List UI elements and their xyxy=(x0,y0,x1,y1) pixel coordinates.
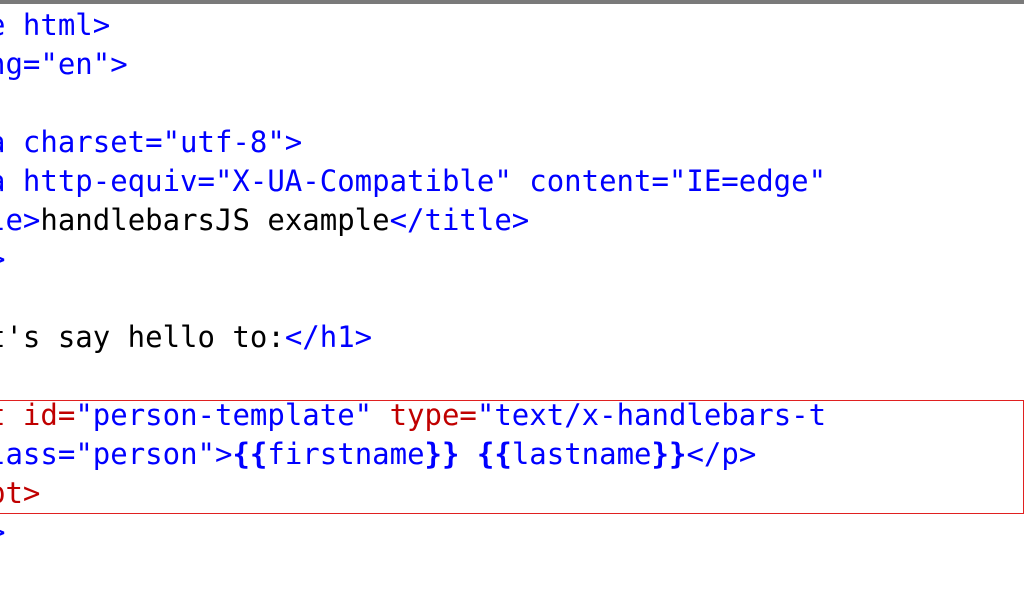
code-line: a http-equiv="X-UA-Compatible" content="… xyxy=(0,162,826,201)
code-line: pt> xyxy=(0,474,40,513)
code-editor[interactable]: e html> ng="en"> a charset="utf-8"> a http-… xyxy=(0,4,1024,600)
code-token: "person" xyxy=(75,437,215,471)
code-token: {{ xyxy=(232,437,268,471)
code-token: }} xyxy=(651,437,687,471)
code-token: handlebarsJS example xyxy=(40,203,390,237)
code-token: </p> xyxy=(686,437,757,471)
code-token: "text/x-handlebars-t xyxy=(476,398,827,432)
code-line: ng="en"> xyxy=(0,45,128,84)
code-token: t's say hello to: xyxy=(0,320,285,354)
code-token: > xyxy=(0,515,5,549)
code-line: t id="person-template" type="text/x-hand… xyxy=(0,396,826,435)
code-token: {{ xyxy=(476,437,512,471)
code-token: </h1> xyxy=(284,320,373,354)
code-line: > xyxy=(0,240,5,279)
code-token: ng="en"> xyxy=(0,47,128,81)
code-line: t's say hello to:</h1> xyxy=(0,318,372,357)
code-token: "person-template" xyxy=(75,398,373,432)
code-token: id= xyxy=(22,398,76,432)
code-token: }} xyxy=(424,437,460,471)
code-token: t xyxy=(0,398,23,432)
code-token: type= xyxy=(372,398,477,432)
code-token: a http-equiv="X-UA-Compatible" content="… xyxy=(0,164,827,198)
code-line: > xyxy=(0,513,5,552)
code-token: > xyxy=(215,437,233,471)
code-token: > xyxy=(0,242,5,276)
code-token: a charset="utf-8"> xyxy=(0,125,303,159)
code-line: lass="person">{{firstname}} {{lastname}}… xyxy=(0,435,756,474)
code-token: pt> xyxy=(0,476,41,510)
code-token: firstname xyxy=(267,437,425,471)
code-token: lass= xyxy=(0,437,76,471)
code-line: e html> xyxy=(0,6,110,45)
code-line: a charset="utf-8"> xyxy=(0,123,302,162)
code-token: e html> xyxy=(0,8,111,42)
code-token: lastname xyxy=(511,437,652,471)
code-line: le>handlebarsJS example</title> xyxy=(0,201,529,240)
code-token: le> xyxy=(0,203,41,237)
code-token: </title> xyxy=(389,203,530,237)
